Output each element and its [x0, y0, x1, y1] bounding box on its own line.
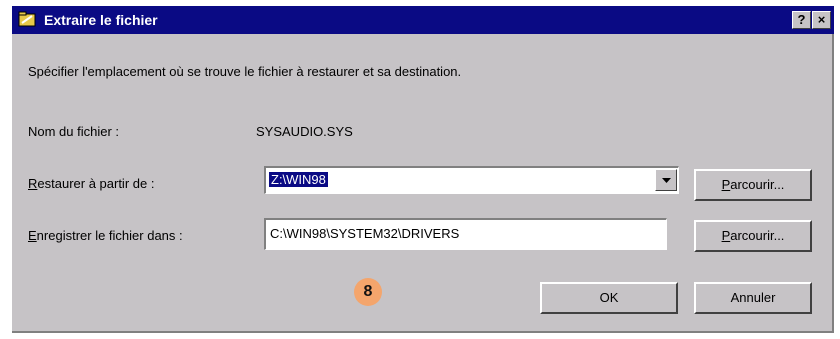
browse-restore-button[interactable]: Parcourir...: [694, 169, 812, 201]
filename-value: SYSAUDIO.SYS: [256, 124, 353, 139]
chevron-down-icon: [662, 178, 671, 183]
callout-badge: 8: [354, 278, 382, 306]
folder-icon: [18, 11, 36, 27]
dropdown-button[interactable]: [655, 169, 677, 191]
save-to-accel: E: [28, 228, 37, 243]
save-to-input[interactable]: C:\WIN98\SYSTEM32\DRIVERS: [264, 218, 667, 250]
instruction-text: Spécifier l'emplacement où se trouve le …: [28, 64, 462, 79]
restore-from-value: Z:\WIN98: [269, 172, 328, 187]
window-title: Extraire le fichier: [44, 12, 158, 28]
restore-from-combobox[interactable]: Z:\WIN98: [264, 166, 679, 194]
restore-from-accel: R: [28, 176, 38, 191]
ok-button[interactable]: OK: [540, 282, 678, 314]
save-to-value: C:\WIN98\SYSTEM32\DRIVERS: [270, 226, 460, 241]
close-button[interactable]: ×: [812, 11, 831, 29]
save-to-label: Enregistrer le fichier dans :: [28, 228, 183, 243]
restore-from-label-rest: estaurer à partir de :: [37, 176, 155, 191]
help-button[interactable]: ?: [792, 11, 811, 29]
restore-from-label: Restaurer à partir de :: [28, 176, 154, 191]
filename-label: Nom du fichier :: [28, 124, 120, 139]
cancel-button[interactable]: Annuler: [694, 282, 812, 314]
browse-save-button[interactable]: Parcourir...: [694, 220, 812, 252]
extract-file-dialog: Extraire le fichier ? × Spécifier l'empl…: [12, 6, 834, 333]
title-bar[interactable]: Extraire le fichier ? ×: [12, 6, 834, 34]
save-to-label-rest: nregistrer le fichier dans :: [36, 228, 183, 243]
